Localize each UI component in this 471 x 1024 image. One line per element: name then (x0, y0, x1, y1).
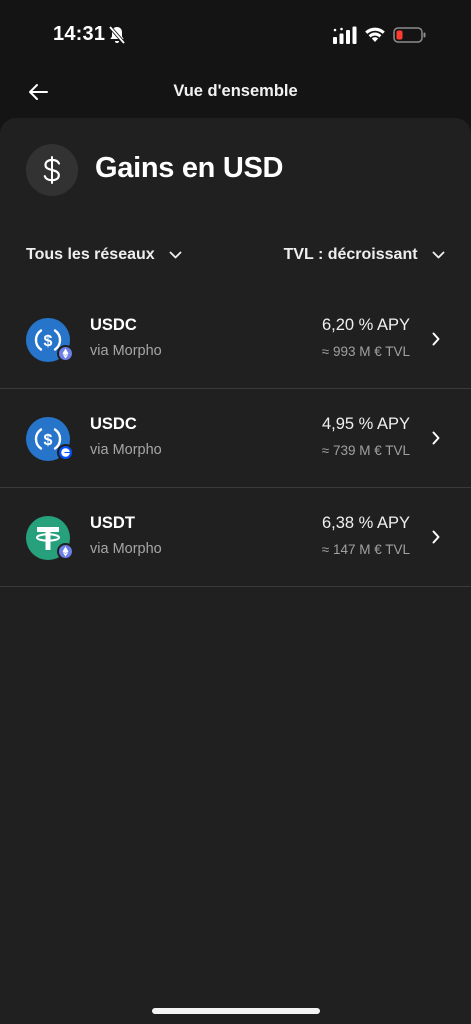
chevron-down-icon (169, 251, 182, 259)
cellular-signal-icon (333, 26, 357, 44)
ethereum-icon (57, 543, 74, 560)
asset-apy: 6,20 % APY (321, 316, 410, 334)
nav-title: Vue d'ensemble (173, 82, 298, 100)
status-bar: 14:31 (0, 0, 471, 70)
svg-text:$: $ (44, 432, 53, 449)
asset-protocol: via Morpho (90, 541, 162, 557)
asset-row-usdc-ethereum[interactable]: $ USDC via Morpho 6,20 % APY ≈ 993 M € T… (0, 290, 471, 389)
sort-dropdown[interactable]: TVL : décroissant (284, 246, 445, 264)
network-filter-dropdown[interactable]: Tous les réseaux (26, 246, 182, 264)
asset-apy: 6,38 % APY (321, 514, 410, 532)
home-indicator[interactable] (152, 1008, 320, 1014)
wifi-icon (365, 27, 385, 42)
dollar-icon (26, 144, 78, 196)
bell-muted-icon (108, 25, 126, 45)
asset-tvl: ≈ 739 M € TVL (321, 443, 410, 458)
svg-text:$: $ (44, 333, 53, 350)
page-title: Gains en USD (95, 152, 284, 184)
base-icon (57, 444, 74, 461)
ethereum-icon (57, 345, 74, 362)
chevron-down-icon (432, 251, 445, 259)
asset-tvl: ≈ 993 M € TVL (321, 344, 410, 359)
asset-apy: 4,95 % APY (321, 415, 410, 433)
asset-row-usdc-base[interactable]: $ USDC via Morpho 4,95 % APY ≈ 739 M € T… (0, 389, 471, 488)
asset-name: USDC (90, 415, 137, 433)
navigation-bar: Vue d'ensemble (0, 70, 471, 120)
status-time: 14:31 (53, 23, 106, 45)
asset-protocol: via Morpho (90, 442, 162, 458)
asset-list: $ USDC via Morpho 6,20 % APY ≈ 993 M € T… (0, 290, 471, 587)
chevron-right-icon (432, 431, 440, 445)
asset-tvl: ≈ 147 M € TVL (321, 542, 410, 557)
battery-low-icon (393, 27, 426, 43)
sort-label: TVL : décroissant (283, 246, 418, 263)
content-sheet: Gains en USD Tous les réseaux TVL : décr… (0, 118, 471, 1024)
asset-name: USDT (90, 514, 135, 532)
chevron-right-icon (432, 332, 440, 346)
chevron-right-icon (432, 530, 440, 544)
network-filter-label: Tous les réseaux (26, 246, 155, 263)
asset-name: USDC (90, 316, 137, 334)
asset-protocol: via Morpho (90, 343, 162, 359)
asset-row-usdt-ethereum[interactable]: USDT via Morpho 6,38 % APY ≈ 147 M € TVL (0, 488, 471, 587)
